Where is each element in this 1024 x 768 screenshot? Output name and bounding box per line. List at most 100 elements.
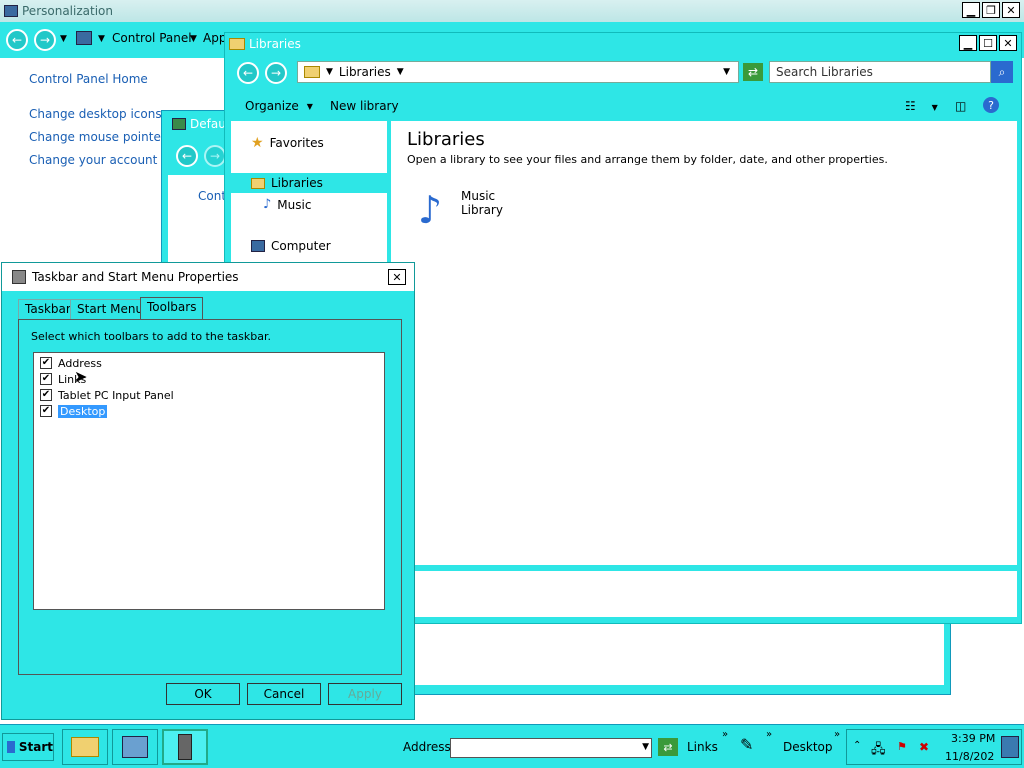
control-panel-home-link[interactable]: Control Panel Home [29, 72, 148, 86]
clock-time[interactable]: 3:39 PM [951, 732, 995, 745]
tab-strip: Taskbar Start Menu Toolbars [18, 297, 398, 321]
forward-icon[interactable]: → [265, 62, 287, 84]
tablet-pc-checkbox[interactable]: ✔ [40, 389, 52, 401]
search-icon[interactable]: ⌕ [991, 61, 1013, 83]
file-explorer-taskbar-icon[interactable] [62, 729, 108, 765]
minimize-button[interactable]: ▁ [959, 35, 977, 51]
organize-button[interactable]: Organize ▼ [245, 99, 313, 113]
refresh-icon[interactable]: ⇄ [743, 63, 763, 81]
default-programs-link[interactable]: Cont [198, 189, 226, 203]
tab-toolbars[interactable]: Toolbars [140, 297, 204, 319]
toolbar-item-tablet-pc[interactable]: ✔ Tablet PC Input Panel [40, 387, 174, 403]
nav-favorites[interactable]: ★ Favorites [251, 135, 324, 151]
ok-button[interactable]: OK [166, 683, 240, 705]
help-icon[interactable]: ? [983, 97, 999, 113]
links-toolbar-label[interactable]: Links [687, 740, 718, 754]
chevron-down-icon[interactable]: ▼ [190, 34, 197, 44]
change-desktop-icons-link[interactable]: Change desktop icons [29, 107, 162, 121]
back-icon[interactable]: ← [6, 29, 28, 51]
search-placeholder: Search Libraries [776, 65, 873, 79]
default-programs-icon [172, 118, 186, 130]
window-title: Libraries [249, 37, 301, 51]
chevron-down-icon[interactable]: ▼ [397, 67, 404, 77]
nav-music[interactable]: ♪ Music [263, 197, 311, 212]
address-bar[interactable]: ▼ Libraries ▼ ▼ [297, 61, 739, 83]
tablet-pc-label: Tablet PC Input Panel [58, 388, 174, 402]
breadcrumb-control-panel[interactable]: Control Panel [112, 31, 192, 45]
new-library-button[interactable]: New library [330, 99, 399, 113]
cancel-button[interactable]: Cancel [247, 683, 321, 705]
nav-libraries[interactable]: Libraries [251, 176, 323, 190]
music-library-label-line1: Music [461, 189, 496, 203]
computer-icon [251, 240, 265, 252]
music-note-icon: ♪ [263, 197, 272, 212]
taskbar-icon [12, 270, 26, 284]
toolbar-list[interactable]: ✔ Address ✔ Links ✔ Tablet PC Input Pane… [33, 352, 385, 610]
tab-start-menu[interactable]: Start Menu [70, 299, 151, 319]
change-account-picture-link[interactable]: Change your account pic [29, 153, 179, 167]
address-checkbox[interactable]: ✔ [40, 357, 52, 369]
clock-date[interactable]: 11/8/202 [945, 750, 994, 763]
nav-computer-label: Computer [271, 239, 331, 253]
dropdown-icon[interactable]: ▼ [60, 34, 67, 44]
view-options-icon[interactable]: ☷ ▼ [905, 99, 938, 113]
tablet-chevron-icon[interactable]: » [766, 729, 772, 740]
toolbar-item-desktop[interactable]: ✔ Desktop [40, 403, 108, 419]
action-center-icon[interactable]: ⚑ [897, 740, 907, 753]
volume-muted-icon[interactable]: ✖ [919, 740, 929, 754]
dialog-title: Taskbar and Start Menu Properties [32, 270, 239, 284]
desktop-chevron-icon[interactable]: » [834, 729, 840, 740]
links-checkbox[interactable]: ✔ [40, 373, 52, 385]
restore-button[interactable]: ❐ [982, 2, 1000, 18]
search-input[interactable]: Search Libraries [769, 61, 991, 83]
breadcrumb-app[interactable]: App [203, 31, 226, 45]
libraries-titlebar[interactable]: Libraries ▁ ☐ ✕ [225, 33, 1021, 55]
forward-icon[interactable]: → [204, 145, 226, 167]
taskbar-properties-dialog: Taskbar and Start Menu Properties ✕ Task… [1, 262, 415, 720]
start-button[interactable]: Start [2, 733, 54, 761]
dialog-titlebar[interactable]: Taskbar and Start Menu Properties ✕ [2, 263, 414, 291]
desktop-toolbar-label[interactable]: Desktop [783, 740, 833, 754]
tablet-input-icon[interactable]: ✎ [740, 735, 753, 754]
back-icon[interactable]: ← [176, 145, 198, 167]
star-icon: ★ [251, 135, 264, 151]
desktop-checkbox[interactable]: ✔ [40, 405, 52, 417]
personalization-titlebar[interactable]: Personalization ▁ ❐ ✕ [0, 0, 1024, 22]
change-mouse-pointers-link[interactable]: Change mouse pointers [29, 130, 172, 144]
nav-computer[interactable]: Computer [251, 239, 331, 253]
close-button[interactable]: ✕ [1002, 2, 1020, 18]
chevron-right-icon[interactable]: ▼ [326, 67, 333, 77]
address-history-dropdown[interactable]: ▼ [723, 67, 730, 77]
tab-taskbar[interactable]: Taskbar [18, 299, 78, 319]
minimize-button[interactable]: ▁ [962, 2, 980, 18]
close-button[interactable]: ✕ [388, 269, 406, 285]
maximize-button[interactable]: ☐ [979, 35, 997, 51]
tab-panel: Select which toolbars to add to the task… [18, 319, 402, 675]
content-pane: Libraries Open a library to see your fil… [391, 121, 1017, 565]
address-toolbar-input[interactable]: ▼ [450, 738, 652, 758]
toolbar-item-address[interactable]: ✔ Address [40, 355, 102, 371]
back-icon[interactable]: ← [237, 62, 259, 84]
network-icon[interactable]: 🖧 [871, 740, 886, 762]
libraries-heading: Libraries [407, 129, 485, 150]
forward-icon[interactable]: → [34, 29, 56, 51]
server-manager-taskbar-icon[interactable] [162, 729, 208, 765]
address-go-icon[interactable]: ⇄ [658, 738, 678, 756]
notification-area: ⌃ 🖧 ⚑ ✖ 3:39 PM 11/8/202 [846, 729, 1022, 765]
show-desktop-icon[interactable] [1001, 736, 1019, 758]
preview-pane-icon[interactable]: ◫ [955, 99, 966, 113]
music-library-item[interactable]: ♪ Music Library [407, 183, 503, 229]
address-dropdown-icon[interactable]: ▼ [642, 742, 649, 752]
apply-button[interactable]: Apply [328, 683, 402, 705]
show-hidden-icons-icon[interactable]: ⌃ [853, 740, 861, 751]
libraries-description: Open a library to see your files and arr… [407, 153, 888, 166]
nav-libraries-label: Libraries [271, 176, 323, 190]
taskbar: Start Address ▼ ⇄ Links » ✎ » Desktop » … [0, 724, 1024, 768]
links-chevron-icon[interactable]: » [722, 729, 728, 740]
chevron-down-icon[interactable]: ▼ [98, 34, 105, 44]
window-title: Personalization [22, 4, 113, 18]
window-title: Defau [190, 117, 226, 131]
libraries-folder-icon [251, 177, 265, 189]
control-panel-taskbar-icon[interactable] [112, 729, 158, 765]
close-button[interactable]: ✕ [999, 35, 1017, 51]
